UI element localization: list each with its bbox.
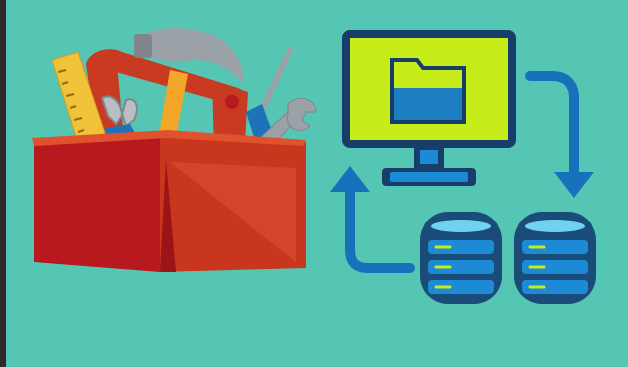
artwork [32,28,596,304]
database-icon [514,212,596,304]
database-icon [420,212,502,304]
folder-icon [390,58,466,124]
toolbox-icon [32,28,317,272]
toolbox-body [32,130,306,272]
illustration [0,0,628,367]
monitor-icon [342,30,516,186]
